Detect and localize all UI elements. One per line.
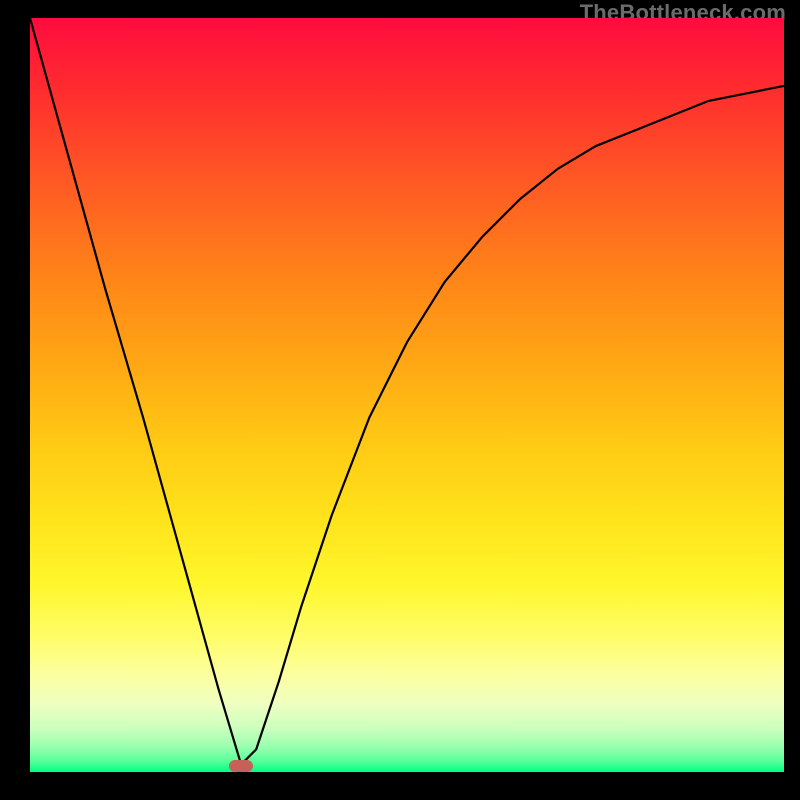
plot-area — [30, 18, 784, 772]
chart-frame: TheBottleneck.com — [0, 0, 800, 800]
optimal-marker — [229, 760, 253, 772]
curve-layer — [30, 18, 784, 772]
bottleneck-curve — [30, 18, 784, 765]
